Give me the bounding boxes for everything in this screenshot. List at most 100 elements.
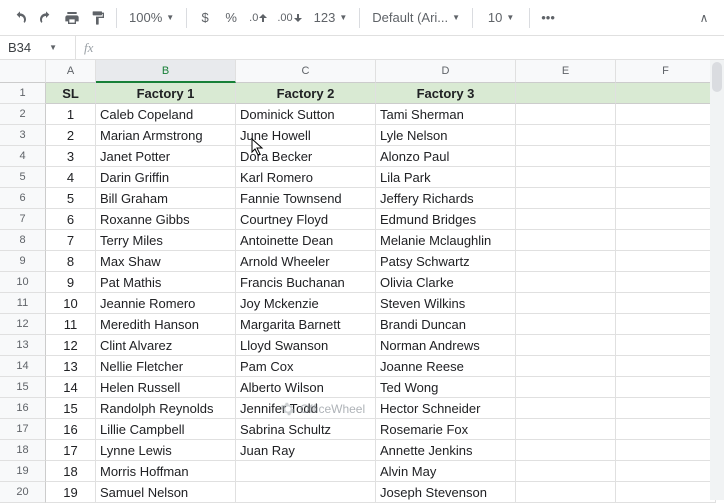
cell-F10[interactable] (616, 272, 716, 293)
vertical-scrollbar[interactable] (710, 60, 724, 500)
cell-C7[interactable]: Courtney Floyd (236, 209, 376, 230)
cell-A18[interactable]: 17 (46, 440, 96, 461)
cell-F20[interactable] (616, 482, 716, 503)
cell-E4[interactable] (516, 146, 616, 167)
cell-D12[interactable]: Brandi Duncan (376, 314, 516, 335)
cell-D19[interactable]: Alvin May (376, 461, 516, 482)
cell-E3[interactable] (516, 125, 616, 146)
more-formats-dropdown[interactable]: 123▼ (308, 5, 354, 31)
format-currency-button[interactable]: $ (193, 5, 217, 31)
cell-D14[interactable]: Joanne Reese (376, 356, 516, 377)
font-size-dropdown[interactable]: 10▼ (479, 5, 523, 31)
cell-B16[interactable]: Randolph Reynolds (96, 398, 236, 419)
undo-button[interactable] (8, 5, 32, 31)
cell-C1[interactable]: Factory 2 (236, 83, 376, 104)
cell-B13[interactable]: Clint Alvarez (96, 335, 236, 356)
row-header[interactable]: 15 (0, 377, 46, 398)
row-header[interactable]: 3 (0, 125, 46, 146)
cell-A10[interactable]: 9 (46, 272, 96, 293)
cell-D5[interactable]: Lila Park (376, 167, 516, 188)
cell-A5[interactable]: 4 (46, 167, 96, 188)
column-header-A[interactable]: A (46, 60, 96, 83)
cell-D18[interactable]: Annette Jenkins (376, 440, 516, 461)
cell-B12[interactable]: Meredith Hanson (96, 314, 236, 335)
cell-A11[interactable]: 10 (46, 293, 96, 314)
cell-A13[interactable]: 12 (46, 335, 96, 356)
cell-C17[interactable]: Sabrina Schultz (236, 419, 376, 440)
cell-B15[interactable]: Helen Russell (96, 377, 236, 398)
print-button[interactable] (60, 5, 84, 31)
cell-A2[interactable]: 1 (46, 104, 96, 125)
cell-A8[interactable]: 7 (46, 230, 96, 251)
zoom-dropdown[interactable]: 100%▼ (123, 5, 180, 31)
formula-input[interactable] (101, 36, 724, 59)
cell-B1[interactable]: Factory 1 (96, 83, 236, 104)
cell-C18[interactable]: Juan Ray (236, 440, 376, 461)
redo-button[interactable] (34, 5, 58, 31)
row-header[interactable]: 1 (0, 83, 46, 104)
cell-B3[interactable]: Marian Armstrong (96, 125, 236, 146)
cell-A17[interactable]: 16 (46, 419, 96, 440)
cell-E20[interactable] (516, 482, 616, 503)
row-header[interactable]: 17 (0, 419, 46, 440)
cell-E12[interactable] (516, 314, 616, 335)
cell-D3[interactable]: Lyle Nelson (376, 125, 516, 146)
cell-F5[interactable] (616, 167, 716, 188)
cell-F1[interactable] (616, 83, 716, 104)
cell-B19[interactable]: Morris Hoffman (96, 461, 236, 482)
row-header[interactable]: 10 (0, 272, 46, 293)
cell-F14[interactable] (616, 356, 716, 377)
cell-D11[interactable]: Steven Wilkins (376, 293, 516, 314)
cell-F18[interactable] (616, 440, 716, 461)
cell-C6[interactable]: Fannie Townsend (236, 188, 376, 209)
row-header[interactable]: 4 (0, 146, 46, 167)
cell-D6[interactable]: Jeffery Richards (376, 188, 516, 209)
cell-B7[interactable]: Roxanne Gibbs (96, 209, 236, 230)
cell-D7[interactable]: Edmund Bridges (376, 209, 516, 230)
cell-F17[interactable] (616, 419, 716, 440)
cell-D16[interactable]: Hector Schneider (376, 398, 516, 419)
cell-F11[interactable] (616, 293, 716, 314)
cell-C14[interactable]: Pam Cox (236, 356, 376, 377)
cell-F2[interactable] (616, 104, 716, 125)
cell-B2[interactable]: Caleb Copeland (96, 104, 236, 125)
format-percent-button[interactable]: % (219, 5, 243, 31)
cell-C13[interactable]: Lloyd Swanson (236, 335, 376, 356)
cell-E18[interactable] (516, 440, 616, 461)
cell-A3[interactable]: 2 (46, 125, 96, 146)
row-header[interactable]: 13 (0, 335, 46, 356)
cell-B18[interactable]: Lynne Lewis (96, 440, 236, 461)
cell-F19[interactable] (616, 461, 716, 482)
cell-E17[interactable] (516, 419, 616, 440)
row-header[interactable]: 9 (0, 251, 46, 272)
cell-F13[interactable] (616, 335, 716, 356)
cell-B6[interactable]: Bill Graham (96, 188, 236, 209)
cell-E10[interactable] (516, 272, 616, 293)
cell-E13[interactable] (516, 335, 616, 356)
cell-F3[interactable] (616, 125, 716, 146)
cell-F8[interactable] (616, 230, 716, 251)
cell-C5[interactable]: Karl Romero (236, 167, 376, 188)
select-all-cell[interactable] (0, 60, 46, 83)
name-box[interactable]: B34▼ (0, 36, 76, 59)
cell-F4[interactable] (616, 146, 716, 167)
column-header-B[interactable]: B (96, 60, 236, 83)
cell-A12[interactable]: 11 (46, 314, 96, 335)
cell-C10[interactable]: Francis Buchanan (236, 272, 376, 293)
cell-A14[interactable]: 13 (46, 356, 96, 377)
row-header[interactable]: 18 (0, 440, 46, 461)
cell-A20[interactable]: 19 (46, 482, 96, 503)
cell-C8[interactable]: Antoinette Dean (236, 230, 376, 251)
cell-D10[interactable]: Olivia Clarke (376, 272, 516, 293)
column-header-D[interactable]: D (376, 60, 516, 83)
row-header[interactable]: 14 (0, 356, 46, 377)
cell-B10[interactable]: Pat Mathis (96, 272, 236, 293)
cell-D4[interactable]: Alonzo Paul (376, 146, 516, 167)
cell-D9[interactable]: Patsy Schwartz (376, 251, 516, 272)
cell-F7[interactable] (616, 209, 716, 230)
cell-B8[interactable]: Terry Miles (96, 230, 236, 251)
cell-A1[interactable]: SL (46, 83, 96, 104)
cell-E16[interactable] (516, 398, 616, 419)
font-dropdown[interactable]: Default (Ari...▼ (366, 5, 466, 31)
cell-E1[interactable] (516, 83, 616, 104)
